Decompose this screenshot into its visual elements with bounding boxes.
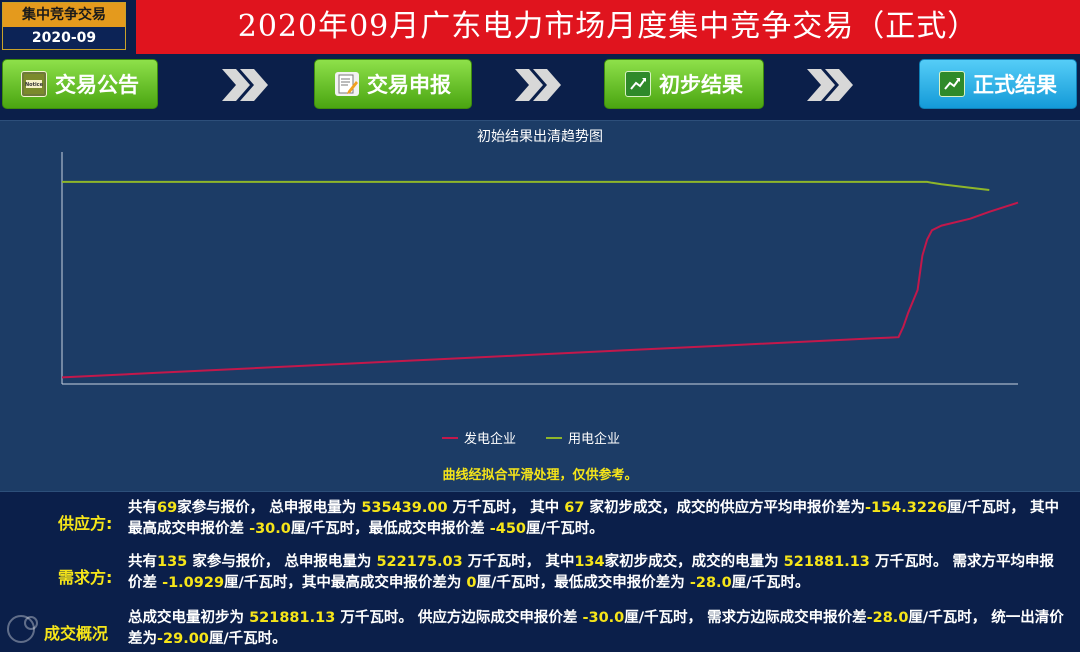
supply-total-volume: 535439.00 [361,500,448,516]
result-icon [939,71,965,97]
step-label: 交易申报 [367,73,451,97]
summary-panel: 供应方: 共有69家参与报价， 总申报电量为 535439.00 万千瓦时， 其… [0,492,1080,652]
supply-bidders: 69 [157,500,178,516]
step-label: 初步结果 [659,73,743,97]
text: 共有 [128,554,157,570]
clearing-trend-chart [61,152,1019,385]
text: 共有 [128,500,157,516]
text: 厘/千瓦时， 需求方边际成交申报价差 [624,610,867,626]
overview-demand-margin: -28.0 [866,610,909,626]
badge-label: 集中竞争交易 [3,3,125,27]
supply-summary: 共有69家参与报价， 总申报电量为 535439.00 万千瓦时， 其中 67 … [128,498,1068,540]
trading-type-badge: 集中竞争交易 2020-09 [2,2,126,50]
chart-note: 曲线经拟合平滑处理，仅供参考。 [442,468,638,483]
demand-bidders: 135 [157,554,188,570]
svg-text:Notice: Notice [25,82,44,88]
legend-swatch [546,436,562,439]
step-button-final-result[interactable]: 正式结果 [919,59,1077,109]
legend-swatch [442,436,458,439]
legend-item-demand[interactable]: 用电企业 [546,428,620,447]
edit-document-icon [335,72,359,96]
double-chevron-right-icon [222,69,268,101]
supply-label: 供应方: [58,514,113,533]
demand-avg-spread: -1.0929 [162,575,225,591]
text: 厘/千瓦时，最低成交申报价差 [290,521,485,537]
overview-total-volume: 521881.13 [249,610,336,626]
demand-label: 需求方: [58,568,113,587]
text: 家初步成交，成交的电量为 [604,554,779,570]
text: 总成交电量初步为 [128,610,244,626]
supply-avg-spread: -154.3226 [864,500,948,516]
step-button-bidding[interactable]: 交易申报 [314,59,472,109]
demand-matched: 134 [574,554,605,570]
demand-summary: 共有135 家参与报价， 总申报电量为 522175.03 万千瓦时， 其中13… [128,552,1068,594]
overview-supply-margin: -30.0 [582,610,625,626]
overview-summary: 总成交电量初步为 521881.13 万千瓦时。 供应方边际成交申报价差 -30… [128,608,1068,650]
supply-matched: 67 [564,500,585,516]
text: 厘/千瓦时。 [526,521,604,537]
supply-max-spread: -30.0 [249,521,291,537]
text: 家初步成交，成交的供应方平均申报价差为 [589,500,865,516]
page-title: 2020年09月广东电力市场月度集中竞争交易（正式） [136,0,1080,54]
text: 厘/千瓦时，最低成交申报价差为 [476,575,685,591]
double-chevron-right-icon [807,69,853,101]
top-bar: 集中竞争交易 2020-09 2020年09月广东电力市场月度集中竞争交易（正式… [0,0,1080,54]
demand-max-spread: 0 [466,575,477,591]
legend-label: 用电企业 [568,432,621,447]
demand-min-spread: -28.0 [689,575,732,591]
watermark-logo [4,612,134,652]
text: 万千瓦时， 其中 [467,554,575,570]
demand-total-volume: 522175.03 [376,554,463,570]
text: 厘/千瓦时，其中最高成交申报价差为 [224,575,462,591]
text: 厘/千瓦时。 [731,575,810,591]
notice-icon: Notice [21,71,47,97]
text: 家参与报价， 总申报电量为 [192,554,372,570]
double-chevron-right-icon [515,69,561,101]
step-button-announcement[interactable]: Notice 交易公告 [2,59,158,109]
demand-matched-volume: 521881.13 [783,554,870,570]
supply-min-spread: -450 [489,521,527,537]
legend-item-supply[interactable]: 发电企业 [442,428,516,447]
step-navigation: Notice 交易公告 交易申报 初步结果 正式结果 [0,54,1080,118]
text: 厘/千瓦时。 [208,631,287,647]
chart-legend: 发电企业 用电企业 [0,428,1080,447]
text: 万千瓦时。 供应方边际成交申报价差 [340,610,578,626]
badge-period: 2020-09 [3,27,125,49]
series-line-demand [62,180,990,191]
step-label: 正式结果 [973,73,1057,97]
overview-clearing-spread: -29.00 [157,631,209,647]
series-line-supply [61,201,1019,379]
text: 万千瓦时， 其中 [452,500,560,516]
step-label: 交易公告 [55,73,139,97]
legend-label: 发电企业 [464,432,517,447]
result-icon [625,71,651,97]
text: 家参与报价， 总申报电量为 [177,500,357,516]
step-button-preliminary-result[interactable]: 初步结果 [604,59,764,109]
